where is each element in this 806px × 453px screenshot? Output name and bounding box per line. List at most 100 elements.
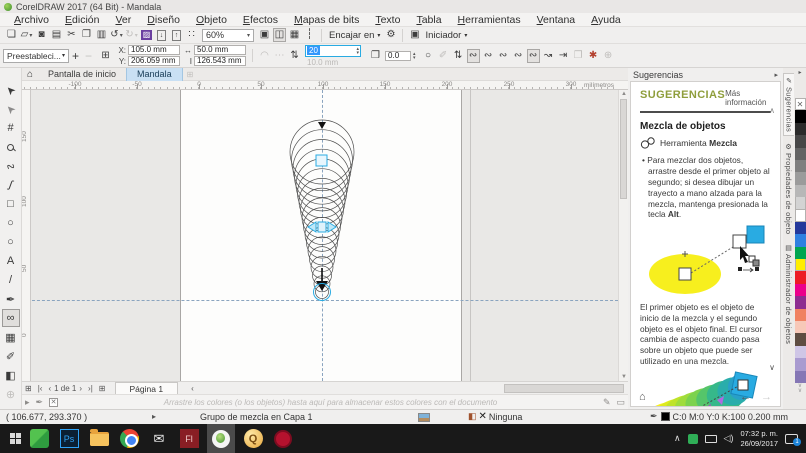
- color-swatch[interactable]: [794, 296, 806, 309]
- blend-object[interactable]: [262, 110, 382, 310]
- scroll-thumb[interactable]: [504, 383, 624, 393]
- cut-icon[interactable]: ✂: [65, 28, 78, 42]
- menu-item[interactable]: Tabla: [408, 14, 449, 26]
- menu-item[interactable]: Archivo: [6, 14, 57, 26]
- tray-clock[interactable]: 07:32 p. m. 26/09/2017: [740, 429, 778, 448]
- interactive-fill-tool[interactable]: ◧: [2, 366, 20, 384]
- open-icon[interactable]: ▱ ▾: [20, 28, 33, 42]
- zoom-level-select[interactable]: 60% ▾: [202, 28, 254, 42]
- flash-icon[interactable]: Fl: [177, 427, 201, 451]
- export-icon[interactable]: ↑: [170, 28, 183, 42]
- vertical-ruler[interactable]: 150 100 50 0: [22, 90, 31, 381]
- clear-blend-icon[interactable]: ✱: [587, 49, 600, 63]
- network-icon[interactable]: [704, 434, 717, 443]
- palette-scroll-down-icon[interactable]: ∨ ∨: [798, 383, 802, 394]
- docker-tab-propiedades-de-objeto[interactable]: ⚙ Propiedades de objeto: [783, 140, 794, 237]
- preset-dropdown[interactable]: Preestableci... ▾: [3, 48, 69, 63]
- launcher-dropdown[interactable]: Iniciador ▾: [425, 30, 467, 41]
- color-swatch[interactable]: [794, 370, 806, 383]
- app-launcher-icon[interactable]: ∷: [185, 28, 198, 42]
- menu-item[interactable]: Mapas de bits: [286, 14, 367, 26]
- blend-tool[interactable]: ∞: [1, 309, 20, 327]
- app-green-icon[interactable]: [27, 427, 51, 451]
- direct-blend-icon[interactable]: ∾: [466, 48, 480, 63]
- mail-icon[interactable]: ✉: [147, 427, 171, 451]
- scroll-thumb[interactable]: [620, 99, 627, 199]
- width-field[interactable]: 50.0 mm: [194, 45, 247, 55]
- parallel-dimension-tool[interactable]: /: [2, 271, 20, 289]
- next-page-icon[interactable]: ›: [76, 384, 85, 393]
- color-swatch[interactable]: [794, 358, 806, 371]
- zoom-tool[interactable]: [2, 138, 20, 156]
- color-eyedropper-tool[interactable]: ✐: [2, 347, 20, 365]
- chrome-icon[interactable]: [117, 427, 141, 451]
- transparency-tool[interactable]: ▦: [2, 328, 20, 346]
- counterclockwise-blend-icon[interactable]: ∾: [497, 49, 510, 63]
- show-rulers-icon[interactable]: ◫: [273, 28, 286, 42]
- flyout-icon[interactable]: ▸: [22, 397, 33, 408]
- color-swatch[interactable]: [794, 221, 806, 235]
- object-acceleration-icon[interactable]: ∾: [512, 49, 525, 63]
- color-swatch[interactable]: [794, 246, 806, 260]
- outline-pen-icon[interactable]: ✒: [650, 411, 658, 422]
- add-page-icon[interactable]: ⊞: [22, 384, 35, 393]
- color-swatch[interactable]: [794, 147, 806, 160]
- height-field[interactable]: 126.543 mm: [194, 56, 247, 66]
- tray-green-icon[interactable]: [687, 433, 698, 444]
- first-page-icon[interactable]: |‹: [35, 384, 46, 393]
- scroll-up-icon[interactable]: ▲: [621, 91, 627, 97]
- steps-toggle-icon[interactable]: ⇅: [288, 49, 301, 63]
- customize-toolbox-button[interactable]: ⊕: [2, 385, 20, 403]
- file-explorer-icon[interactable]: [87, 427, 111, 451]
- add-preset-button[interactable]: +: [72, 49, 79, 63]
- add-page-icon[interactable]: ⊞: [96, 384, 109, 393]
- show-grid-icon[interactable]: ▦: [288, 28, 301, 42]
- spinner-icon[interactable]: ▴ ▾: [357, 46, 361, 55]
- launcher-icon[interactable]: ▣: [408, 28, 421, 42]
- center-on-page-icon[interactable]: ⊞: [99, 49, 112, 63]
- prev-page-icon[interactable]: ‹: [45, 384, 54, 393]
- color-swatch[interactable]: [794, 259, 806, 272]
- menu-item[interactable]: Edición: [57, 14, 107, 26]
- color-swatch[interactable]: [794, 172, 806, 185]
- color-swatch[interactable]: [794, 234, 806, 247]
- crop-tool[interactable]: #: [2, 119, 20, 137]
- menu-item[interactable]: Objeto: [188, 14, 235, 26]
- tips-scroll-down-icon[interactable]: ∨: [769, 363, 775, 372]
- docker-tab-sugerencias[interactable]: ✎ Sugerencias: [783, 73, 794, 136]
- artistic-media-tool[interactable]: ∫: [2, 176, 20, 194]
- horizontal-ruler[interactable]: -100-50050100150200250300milímetros: [22, 81, 628, 90]
- page-tab[interactable]: Página 1: [114, 382, 179, 394]
- clockwise-blend-icon[interactable]: ∾: [482, 49, 495, 63]
- polygon-tool[interactable]: ○: [2, 233, 20, 251]
- color-swatch[interactable]: [794, 345, 806, 359]
- scroll-down-icon[interactable]: ▼: [621, 374, 627, 380]
- horizontal-scrollbar[interactable]: [198, 382, 626, 394]
- paste-icon[interactable]: ▥: [95, 28, 108, 42]
- menu-item[interactable]: Texto: [367, 14, 408, 26]
- menu-item[interactable]: Ayuda: [583, 14, 629, 26]
- blend-angle-field[interactable]: 0.0: [385, 50, 412, 61]
- ellipse-tool[interactable]: ○: [2, 214, 20, 232]
- tips-home-icon[interactable]: ⌂: [639, 391, 646, 403]
- docker-flyout-icon[interactable]: ▸: [774, 71, 778, 79]
- document-tab[interactable]: Mandala: [126, 67, 183, 81]
- color-acceleration-icon[interactable]: ∾: [526, 48, 540, 63]
- tips-back-icon[interactable]: ←: [740, 391, 751, 403]
- scroll-left-icon[interactable]: ‹: [188, 384, 197, 393]
- freehand-tool[interactable]: ∿: [2, 157, 20, 175]
- menu-item[interactable]: Efectos: [235, 14, 286, 26]
- palette-options-icon[interactable]: ✎: [600, 397, 614, 408]
- fuse-blend-icon[interactable]: ⇥: [557, 49, 570, 63]
- blend-start-handle[interactable]: [315, 154, 328, 167]
- blend-steps-field[interactable]: 20 ▴ ▾: [305, 44, 362, 57]
- new-document-icon[interactable]: ❏: [5, 28, 18, 42]
- color-swatch[interactable]: [794, 184, 806, 198]
- color-swatch[interactable]: [794, 308, 806, 322]
- speaker-icon[interactable]: ◁): [724, 433, 734, 444]
- no-color-swatch[interactable]: ✕: [49, 397, 59, 407]
- search-content-icon[interactable]: ▨: [140, 28, 153, 42]
- guidelines-icon[interactable]: ┆: [303, 28, 316, 42]
- menu-item[interactable]: Ver: [107, 14, 139, 26]
- app-red-icon[interactable]: [271, 427, 295, 451]
